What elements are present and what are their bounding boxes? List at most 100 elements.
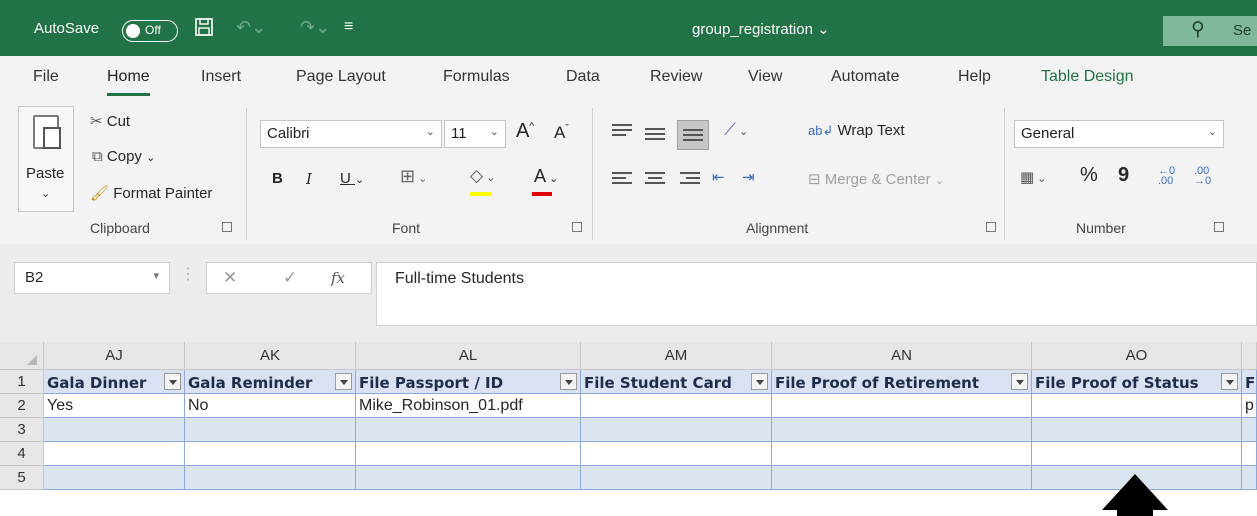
table-cell[interactable]: No — [185, 394, 356, 418]
autosave-toggle[interactable]: Off — [122, 20, 178, 42]
table-cell[interactable] — [581, 418, 772, 442]
tab-insert[interactable]: Insert — [201, 68, 241, 86]
table-cell[interactable] — [185, 466, 356, 490]
copy-button[interactable]: ⧉ Copy ⌄ — [92, 148, 155, 165]
table-cell[interactable] — [581, 394, 772, 418]
search-box[interactable]: ⚲ Se — [1163, 16, 1257, 46]
tab-data[interactable]: Data — [566, 68, 600, 86]
table-cell[interactable]: p — [1242, 394, 1257, 418]
tab-page-layout[interactable]: Page Layout — [296, 68, 386, 86]
filter-dropdown-icon[interactable] — [164, 373, 181, 390]
row-header-2[interactable]: 2 — [0, 394, 44, 418]
table-cell[interactable] — [185, 442, 356, 466]
table-cell[interactable] — [772, 442, 1032, 466]
redo-icon[interactable]: ↷⌄ — [300, 17, 330, 38]
increase-decimal-icon[interactable]: ←0.00 — [1158, 166, 1175, 187]
table-cell[interactable] — [44, 418, 185, 442]
font-color-button[interactable]: A ⌄ — [534, 166, 558, 187]
font-name-combo[interactable]: Calibri ⌄ — [260, 120, 442, 148]
accounting-format-icon[interactable]: ▦ ⌄ — [1020, 168, 1046, 186]
align-middle-icon[interactable] — [645, 128, 665, 144]
cut-button[interactable]: ✂ Cut — [90, 112, 130, 130]
cancel-icon[interactable]: ✕ — [223, 268, 237, 288]
table-cell[interactable]: Mike_Robinson_01.pdf — [356, 394, 581, 418]
italic-button[interactable]: I — [306, 170, 312, 188]
table-header-cell[interactable]: File Proof of Retirement — [772, 370, 1032, 394]
table-cell[interactable] — [1242, 466, 1257, 490]
merge-center-button[interactable]: ⊟ Merge & Center ⌄ — [808, 170, 944, 188]
filter-dropdown-icon[interactable] — [335, 373, 352, 390]
filter-dropdown-icon[interactable] — [1011, 373, 1028, 390]
tab-review[interactable]: Review — [650, 68, 702, 86]
table-cell[interactable] — [581, 466, 772, 490]
table-cell[interactable] — [356, 466, 581, 490]
insert-function-icon[interactable]: fx — [331, 269, 345, 287]
increase-indent-icon[interactable]: ⇥ — [742, 168, 755, 186]
column-header-ak[interactable]: AK — [185, 342, 356, 370]
decrease-indent-icon[interactable]: ⇤ — [712, 168, 725, 186]
format-painter-button[interactable]: 🖌 Format Painter — [90, 184, 212, 202]
wrap-text-button[interactable]: ab↲ Wrap Text — [808, 122, 905, 139]
grow-font-button[interactable]: A^ — [516, 120, 534, 143]
name-box[interactable]: B2 ▾ — [14, 262, 170, 294]
document-title[interactable]: group_registration ⌄ — [692, 20, 830, 38]
font-launcher-icon[interactable] — [572, 222, 582, 232]
table-header-cell[interactable]: File Student Card — [581, 370, 772, 394]
table-cell[interactable]: Yes — [44, 394, 185, 418]
customize-qat-icon[interactable]: ≡ — [344, 18, 353, 36]
orientation-icon[interactable]: ⟋ ⌄ — [724, 120, 748, 140]
table-cell[interactable] — [772, 466, 1032, 490]
tab-view[interactable]: View — [748, 68, 782, 86]
table-cell[interactable] — [772, 418, 1032, 442]
clipboard-launcher-icon[interactable] — [222, 222, 232, 232]
font-size-combo[interactable]: 11 ⌄ — [444, 120, 506, 148]
align-right-icon[interactable] — [680, 172, 700, 188]
alignment-launcher-icon[interactable] — [986, 222, 996, 232]
tab-help[interactable]: Help — [958, 68, 991, 86]
formula-input[interactable]: Full-time Students — [376, 262, 1257, 326]
align-top-icon[interactable] — [612, 124, 632, 140]
table-cell[interactable] — [185, 418, 356, 442]
filter-dropdown-icon[interactable] — [560, 373, 577, 390]
paste-button[interactable]: Paste ⌄ — [18, 106, 74, 212]
select-all-button[interactable] — [0, 342, 44, 370]
table-cell[interactable] — [1032, 442, 1242, 466]
save-icon[interactable] — [194, 17, 214, 43]
table-cell[interactable] — [1032, 394, 1242, 418]
column-header-al[interactable]: AL — [356, 342, 581, 370]
number-launcher-icon[interactable] — [1214, 222, 1224, 232]
column-header-ao[interactable]: AO — [1032, 342, 1242, 370]
table-cell[interactable] — [356, 442, 581, 466]
align-bottom-button[interactable] — [677, 120, 709, 150]
column-header-ap[interactable] — [1242, 342, 1257, 370]
tab-home[interactable]: Home — [107, 68, 150, 96]
bold-button[interactable]: B — [272, 170, 283, 187]
underline-button[interactable]: U ⌄ — [340, 170, 364, 187]
column-header-an[interactable]: AN — [772, 342, 1032, 370]
resize-handle-icon[interactable]: ⋮ — [180, 264, 196, 284]
shrink-font-button[interactable]: Aˇ — [554, 123, 569, 143]
table-cell[interactable] — [1242, 442, 1257, 466]
table-cell[interactable] — [1032, 418, 1242, 442]
table-cell[interactable] — [1242, 418, 1257, 442]
decrease-decimal-icon[interactable]: .00 →0 — [1194, 166, 1211, 187]
table-header-cell[interactable]: File Proof of Status — [1032, 370, 1242, 394]
table-cell[interactable] — [44, 466, 185, 490]
tab-table-design[interactable]: Table Design — [1041, 68, 1134, 86]
table-header-cell[interactable]: File Passport / ID — [356, 370, 581, 394]
row-header-3[interactable]: 3 — [0, 418, 44, 442]
percent-button[interactable]: % — [1080, 164, 1098, 187]
table-cell[interactable] — [581, 442, 772, 466]
row-header-4[interactable]: 4 — [0, 442, 44, 466]
table-header-cell[interactable]: Gala Reminder — [185, 370, 356, 394]
tab-file[interactable]: File — [33, 68, 59, 86]
table-header-cell[interactable]: F — [1242, 370, 1257, 394]
align-center-icon[interactable] — [645, 172, 665, 188]
table-header-cell[interactable]: Gala Dinner — [44, 370, 185, 394]
row-header-1[interactable]: 1 — [0, 370, 44, 394]
fill-color-icon[interactable]: ◇ ⌄ — [470, 166, 495, 186]
filter-dropdown-icon[interactable] — [1221, 373, 1238, 390]
enter-icon[interactable]: ✓ — [283, 268, 297, 288]
column-header-am[interactable]: AM — [581, 342, 772, 370]
table-cell[interactable] — [772, 394, 1032, 418]
